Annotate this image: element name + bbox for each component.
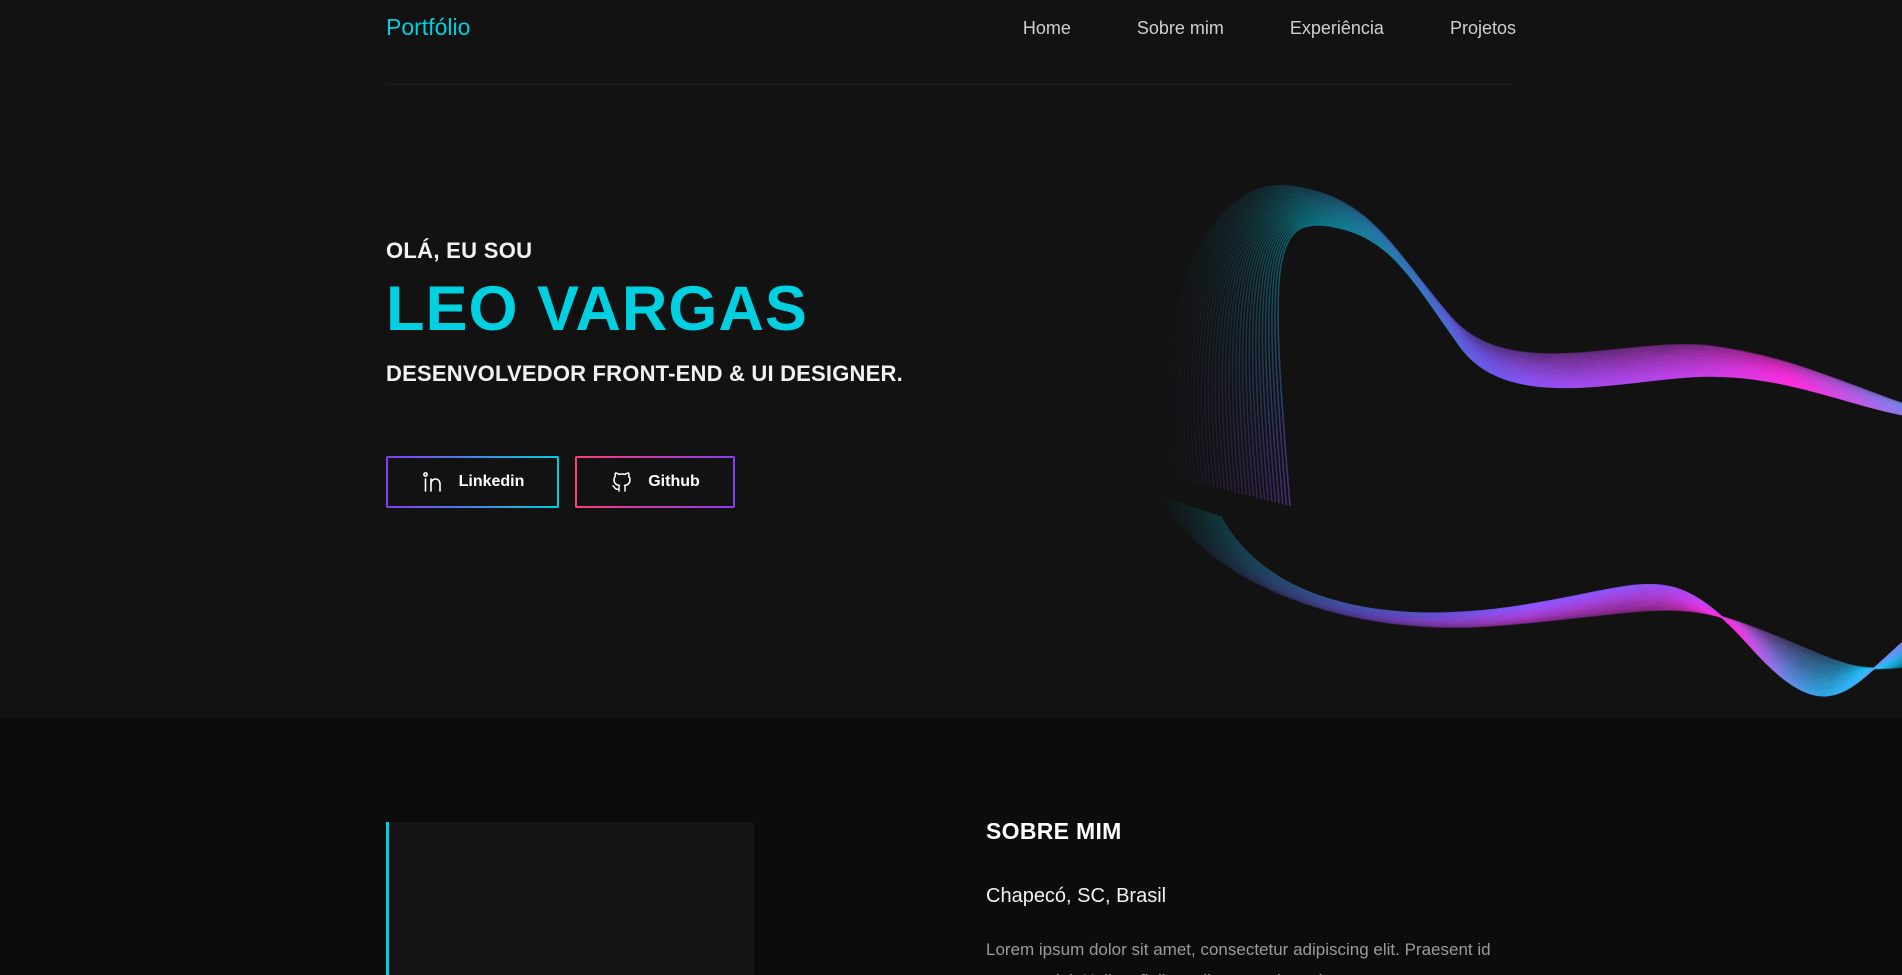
wave-line	[1168, 185, 1902, 478]
about-location: Chapecó, SC, Brasil	[986, 885, 1167, 907]
site-header: Portfólio Home Sobre mim Experiência Pro…	[386, 0, 1516, 85]
about-text: SOBRE MIM Chapecó, SC, Brasil Lorem ipsu…	[986, 818, 1506, 975]
wave-line	[1207, 199, 1902, 487]
about-title: SOBRE MIM	[986, 818, 1122, 844]
wave-line	[1228, 206, 1902, 493]
wave-line	[1197, 195, 1902, 485]
wave-line	[1221, 203, 1902, 491]
wave-line	[1211, 200, 1902, 488]
github-label: Github	[648, 473, 700, 490]
wave-line	[1190, 193, 1902, 483]
hero-text: OLÁ, EU SOU LEO VARGAS DESENVOLVEDOR FRO…	[386, 238, 903, 387]
brand-logo[interactable]: Portfólio	[386, 14, 470, 41]
hero-section: OLÁ, EU SOU LEO VARGAS DESENVOLVEDOR FRO…	[0, 86, 1902, 718]
nav-experiencia[interactable]: Experiência	[1290, 18, 1384, 39]
hero-name: LEO VARGAS	[386, 274, 808, 344]
wave-line	[1235, 208, 1902, 495]
main-nav: Home Sobre mim Experiência Projetos	[1023, 18, 1516, 39]
decorative-wave-graphic	[1159, 184, 1902, 697]
wave-line	[1231, 207, 1902, 494]
hero-role: DESENVOLVEDOR FRONT-END & UI DESIGNER.	[386, 361, 903, 386]
nav-projetos[interactable]: Projetos	[1450, 18, 1516, 39]
github-button[interactable]: Github	[575, 456, 735, 508]
wave-line	[1193, 194, 1902, 484]
wave-line	[1214, 201, 1902, 489]
wave-line	[1175, 188, 1902, 479]
wave-line	[1204, 197, 1902, 487]
wave-line	[1224, 205, 1902, 492]
github-icon	[612, 472, 631, 492]
about-section: SOBRE MIM Chapecó, SC, Brasil Lorem ipsu…	[0, 718, 1902, 975]
nav-home[interactable]: Home	[1023, 18, 1071, 39]
linkedin-button[interactable]: Linkedin	[386, 456, 559, 508]
linkedin-label: Linkedin	[458, 473, 525, 490]
wave-line	[1183, 190, 1902, 481]
profile-photo	[386, 822, 754, 975]
social-buttons: Linkedin Github	[386, 456, 735, 508]
nav-sobre-mim[interactable]: Sobre mim	[1137, 18, 1224, 39]
hero-greeting: OLÁ, EU SOU	[386, 238, 533, 263]
wave-line	[1200, 196, 1902, 486]
wave-line	[1186, 191, 1902, 482]
linkedin-icon	[422, 472, 441, 492]
wave-line	[1217, 202, 1902, 490]
about-paragraph: Lorem ipsum dolor sit amet, consectetur …	[986, 940, 1491, 975]
